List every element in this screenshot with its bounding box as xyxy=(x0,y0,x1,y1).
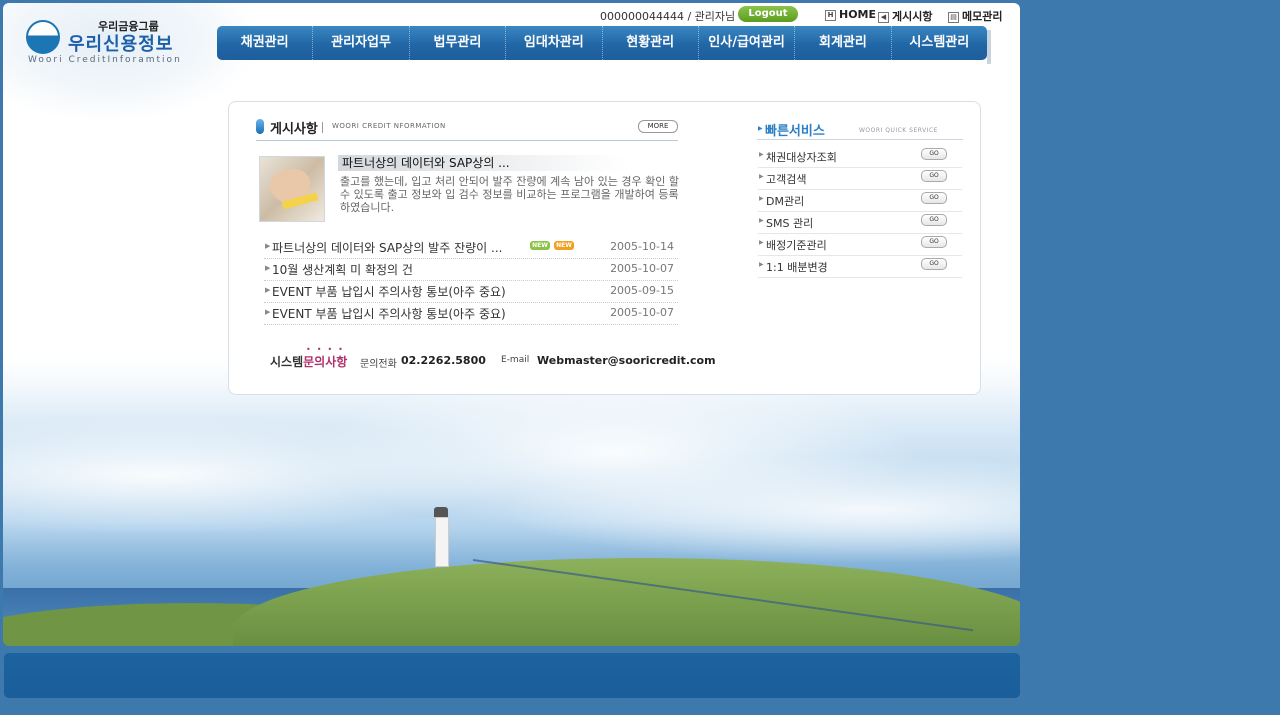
featured-thumbnail[interactable] xyxy=(259,156,325,222)
divider xyxy=(322,122,323,133)
inquiry-label: 문의사항 xyxy=(303,355,348,369)
quick-item[interactable]: ▶ 고객검색 GO xyxy=(758,167,962,190)
footer-bar xyxy=(4,653,1020,698)
email-label: E-mail xyxy=(501,355,530,365)
logo-english: Woori CreditInforamtion xyxy=(28,55,182,65)
new-badge: NEW xyxy=(554,241,574,250)
notice-row[interactable]: ▶ EVENT 부품 납입시 주의사항 통보(아주 중요) 2005-10-07 xyxy=(264,302,678,325)
logo[interactable]: 우리금융그룹 우리신용정보 Woori CreditInforamtion xyxy=(26,18,196,68)
quick-item-label[interactable]: DM관리 xyxy=(766,193,804,209)
new-badge: NEW xyxy=(530,241,550,250)
speaker-icon: ◀ xyxy=(878,11,889,23)
featured-body: 출고를 했는데, 입고 처리 안되어 발주 잔량에 계속 남아 있는 경우 확인… xyxy=(340,175,679,214)
go-button[interactable]: GO xyxy=(921,258,947,270)
menu-item-legal[interactable]: 법무관리 xyxy=(410,26,507,60)
go-button[interactable]: GO xyxy=(921,214,947,226)
bullet-icon: ▶ xyxy=(759,173,764,180)
bullet-icon: ▶ xyxy=(759,261,764,268)
phone-label: 문의전화 xyxy=(360,359,397,370)
menu-item-hr[interactable]: 인사/급여관리 xyxy=(699,26,796,60)
featured-title[interactable]: 파트너상의 데이터와 SAP상의 ... xyxy=(338,155,626,171)
bullet-icon: ▶ xyxy=(759,195,764,202)
quick-item-label[interactable]: SMS 관리 xyxy=(766,215,813,231)
quick-item[interactable]: ▶ 배정기준관리 GO xyxy=(758,233,962,256)
notice-subtitle: WOORI CREDIT NFORMATION xyxy=(332,122,446,130)
home-icon: H xyxy=(825,9,836,21)
logout-label: Logout xyxy=(748,8,788,19)
quick-service-header: ▶ 빠른서비스 WOORI QUICK SERVICE xyxy=(757,119,963,140)
menu-item-admin[interactable]: 관리자업무 xyxy=(313,26,410,60)
notice-row[interactable]: ▶ 10월 생산계획 미 확정의 건 2005-10-07 xyxy=(264,258,678,281)
memo-label: 메모관리 xyxy=(962,10,1003,23)
quick-service-title: 빠른서비스 xyxy=(765,124,825,139)
quick-service-subtitle: WOORI QUICK SERVICE xyxy=(859,127,938,134)
logo-name: 우리신용정보 xyxy=(68,34,174,55)
bullet-icon: ▶ xyxy=(265,308,271,316)
go-button[interactable]: GO xyxy=(921,170,947,182)
home-label: HOME xyxy=(839,8,877,21)
menu-item-status[interactable]: 현황관리 xyxy=(603,26,699,60)
bullet-icon: ▶ xyxy=(265,286,271,294)
go-button[interactable]: GO xyxy=(921,236,947,248)
board-label: 게시시항 xyxy=(892,10,933,23)
bullet-icon: ▶ xyxy=(759,151,764,158)
memo-icon: ▤ xyxy=(948,11,959,23)
bullet-icon: ▶ xyxy=(265,242,271,250)
notice-title: 게시사항 xyxy=(270,122,318,137)
pin-icon xyxy=(256,119,264,134)
phone-number: 02.2262.5800 xyxy=(401,354,486,367)
triangle-icon: ▶ xyxy=(758,125,763,132)
notice-row-title[interactable]: EVENT 부품 납입시 주의사항 통보(아주 중요) xyxy=(272,305,506,322)
bullet-icon: ▶ xyxy=(759,217,764,224)
menu-shadow xyxy=(987,30,991,64)
quick-item-label[interactable]: 채권대상자조회 xyxy=(766,149,837,165)
quick-item-label[interactable]: 1:1 배분변경 xyxy=(766,259,828,275)
notice-row-date: 2005-09-15 xyxy=(610,284,674,297)
notice-row-title[interactable]: EVENT 부품 납입시 주의사항 통보(아주 중요) xyxy=(272,283,506,300)
quick-item[interactable]: ▶ 1:1 배분변경 GO xyxy=(758,255,962,278)
menu-item-lease[interactable]: 임대차관리 xyxy=(506,26,603,60)
board-link[interactable]: ◀ 게시시항 xyxy=(878,8,932,24)
user-info: 000000044444 / 관리자님 xyxy=(600,10,736,23)
quick-item[interactable]: ▶ SMS 관리 GO xyxy=(758,211,962,234)
lighthouse-image xyxy=(430,503,452,567)
notice-row-title[interactable]: 10월 생산계획 미 확정의 건 xyxy=(272,261,413,278)
menu-item-accounting[interactable]: 회계관리 xyxy=(795,26,892,60)
menu-item-bond[interactable]: 채권관리 xyxy=(217,26,314,60)
quick-item[interactable]: ▶ DM관리 GO xyxy=(758,189,962,212)
menu-item-system[interactable]: 시스템관리 xyxy=(892,26,987,60)
bullet-icon: ▶ xyxy=(759,239,764,246)
logo-mark-icon xyxy=(26,20,60,54)
logout-button[interactable]: Logout xyxy=(738,6,798,22)
system-label: 시스템 xyxy=(270,355,304,369)
notice-row-date: 2005-10-07 xyxy=(610,262,674,275)
home-link[interactable]: H HOME xyxy=(825,8,876,21)
email-link[interactable]: Webmaster@sooricredit.com xyxy=(537,354,716,367)
bullet-icon: ▶ xyxy=(265,264,271,272)
notice-row-date: 2005-10-14 xyxy=(610,240,674,253)
main-menu: 채권관리 관리자업무 법무관리 임대차관리 현황관리 인사/급여관리 회계관리 … xyxy=(217,26,987,60)
system-inquiry-label: 시스템문의사항 xyxy=(270,353,347,370)
quick-item-label[interactable]: 고객검색 xyxy=(766,171,806,187)
go-button[interactable]: GO xyxy=(921,192,947,204)
more-button[interactable]: MORE xyxy=(638,120,678,133)
go-button[interactable]: GO xyxy=(921,148,947,160)
quick-item-label[interactable]: 배정기준관리 xyxy=(766,237,827,253)
notice-row-title[interactable]: 파트너상의 데이터와 SAP상의 발주 잔량이 ... xyxy=(272,239,502,256)
notice-row-date: 2005-10-07 xyxy=(610,306,674,319)
quick-item[interactable]: ▶ 채권대상자조회 GO xyxy=(758,145,962,168)
contact-info: •••• 시스템문의사항 문의전화 02.2262.5800 E-mail We… xyxy=(270,345,716,370)
notice-row[interactable]: ▶ 파트너상의 데이터와 SAP상의 발주 잔량이 ... NEW NEW 20… xyxy=(264,236,678,259)
memo-link[interactable]: ▤ 메모관리 xyxy=(948,8,1002,24)
notice-row[interactable]: ▶ EVENT 부품 납입시 주의사항 통보(아주 중요) 2005-09-15 xyxy=(264,280,678,303)
notice-header: 게시사항 WOORI CREDIT NFORMATION MORE xyxy=(256,118,678,141)
